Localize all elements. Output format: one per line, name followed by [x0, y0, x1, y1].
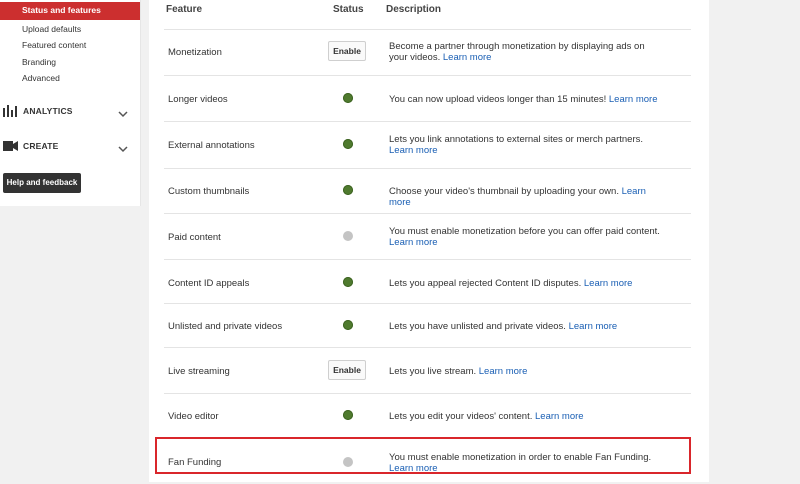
- learn-more-link[interactable]: Learn more: [389, 463, 438, 474]
- video-camera-icon: [3, 139, 18, 157]
- description-text: Become a partner through monetization by…: [389, 41, 645, 63]
- feature-description: You can now upload videos longer than 15…: [389, 94, 664, 105]
- feature-description: Become a partner through monetization by…: [389, 41, 664, 63]
- description-text: Lets you have unlisted and private video…: [389, 321, 566, 332]
- features-panel: Feature Status Description Monetization …: [149, 0, 709, 482]
- sidebar-item-label: Status and features: [22, 5, 101, 15]
- status-enabled-indicator: [343, 277, 353, 287]
- column-header-status: Status: [333, 4, 364, 15]
- table-row: Paid content You must enable monetizatio…: [164, 213, 691, 259]
- enable-live-streaming-button[interactable]: Enable: [328, 360, 366, 380]
- learn-more-link[interactable]: Learn more: [535, 411, 584, 422]
- bar-chart-icon: [3, 104, 17, 122]
- feature-name: Paid content: [168, 232, 221, 243]
- learn-more-link[interactable]: Learn more: [609, 94, 658, 105]
- description-text: You can now upload videos longer than 15…: [389, 94, 607, 105]
- learn-more-link[interactable]: Learn more: [584, 278, 633, 289]
- feature-name: Unlisted and private videos: [168, 321, 283, 332]
- status-cell: [328, 179, 368, 203]
- feature-description: Lets you appeal rejected Content ID disp…: [389, 278, 664, 289]
- status-enabled-indicator: [343, 320, 353, 330]
- table-row: Fan Funding You must enable monetization…: [164, 438, 691, 484]
- status-cell: [328, 225, 368, 249]
- description-text: Lets you link annotations to external si…: [389, 134, 643, 145]
- feature-name: External annotations: [168, 140, 255, 151]
- chevron-down-icon: [118, 140, 128, 158]
- status-cell: [328, 87, 368, 111]
- feature-name: Video editor: [168, 411, 219, 422]
- status-enabled-indicator: [343, 410, 353, 420]
- help-and-feedback-button[interactable]: Help and feedback: [3, 173, 81, 193]
- learn-more-link[interactable]: Learn more: [443, 52, 492, 63]
- status-disabled-indicator: [343, 457, 353, 467]
- description-text: You must enable monetization before you …: [389, 226, 660, 237]
- table-row: External annotations Lets you link annot…: [164, 121, 691, 167]
- sidebar-section-label: CREATE: [23, 141, 59, 151]
- description-text: Lets you live stream.: [389, 366, 477, 377]
- column-header-feature: Feature: [166, 4, 203, 15]
- sidebar-section-create[interactable]: CREATE: [0, 137, 140, 155]
- table-row: Unlisted and private videos Lets you hav…: [164, 303, 691, 349]
- table-row: Longer videos You can now upload videos …: [164, 75, 691, 121]
- description-text: Lets you edit your videos' content.: [389, 411, 533, 422]
- table-row: Custom thumbnails Choose your video's th…: [164, 168, 691, 214]
- learn-more-link[interactable]: Learn more: [389, 145, 438, 156]
- status-disabled-indicator: [343, 231, 353, 241]
- feature-description: You must enable monetization before you …: [389, 226, 664, 248]
- description-text: You must enable monetization in order to…: [389, 452, 652, 463]
- feature-description: Lets you edit your videos' content. Lear…: [389, 411, 664, 422]
- sidebar-item-branding[interactable]: Branding: [22, 57, 56, 67]
- status-enabled-indicator: [343, 93, 353, 103]
- description-text: Choose your video's thumbnail by uploadi…: [389, 186, 619, 197]
- feature-name: Live streaming: [168, 366, 230, 377]
- learn-more-link[interactable]: Learn more: [569, 321, 618, 332]
- feature-name: Monetization: [168, 47, 222, 58]
- learn-more-link[interactable]: Learn more: [389, 237, 438, 248]
- feature-description: Lets you live stream. Learn more: [389, 366, 664, 377]
- status-cell: [328, 451, 368, 475]
- sidebar-section-analytics[interactable]: ANALYTICS: [0, 102, 140, 120]
- sidebar-section-label: ANALYTICS: [23, 106, 73, 116]
- status-cell: Enable: [328, 41, 368, 65]
- status-enabled-indicator: [343, 185, 353, 195]
- status-cell: [328, 271, 368, 295]
- enable-monetization-button[interactable]: Enable: [328, 41, 366, 61]
- feature-name: Fan Funding: [168, 457, 222, 468]
- sidebar: Status and features Upload defaults Feat…: [0, 0, 141, 206]
- table-row: Live streaming Enable Lets you live stre…: [164, 347, 691, 393]
- learn-more-link[interactable]: Learn more: [479, 366, 528, 377]
- description-text: Lets you appeal rejected Content ID disp…: [389, 278, 582, 289]
- feature-description: Choose your video's thumbnail by uploadi…: [389, 186, 664, 208]
- sidebar-item-status-and-features[interactable]: Status and features: [0, 2, 140, 20]
- sidebar-item-upload-defaults[interactable]: Upload defaults: [22, 24, 81, 34]
- status-cell: [328, 133, 368, 157]
- table-row: Video editor Lets you edit your videos' …: [164, 393, 691, 439]
- table-row: Content ID appeals Lets you appeal rejec…: [164, 259, 691, 305]
- feature-name: Longer videos: [168, 94, 228, 105]
- chevron-down-icon: [118, 105, 128, 123]
- feature-description: You must enable monetization in order to…: [389, 452, 664, 474]
- feature-name: Content ID appeals: [168, 278, 250, 289]
- column-header-description: Description: [386, 4, 442, 15]
- sidebar-item-featured-content[interactable]: Featured content: [22, 40, 86, 50]
- status-cell: [328, 315, 368, 339]
- feature-description: Lets you have unlisted and private video…: [389, 321, 664, 332]
- status-enabled-indicator: [343, 139, 353, 149]
- sidebar-item-advanced[interactable]: Advanced: [22, 73, 60, 83]
- feature-description: Lets you link annotations to external si…: [389, 134, 664, 156]
- table-row: Monetization Enable Become a partner thr…: [164, 29, 691, 75]
- status-cell: Enable: [328, 360, 368, 384]
- feature-name: Custom thumbnails: [168, 186, 250, 197]
- status-cell: [328, 405, 368, 429]
